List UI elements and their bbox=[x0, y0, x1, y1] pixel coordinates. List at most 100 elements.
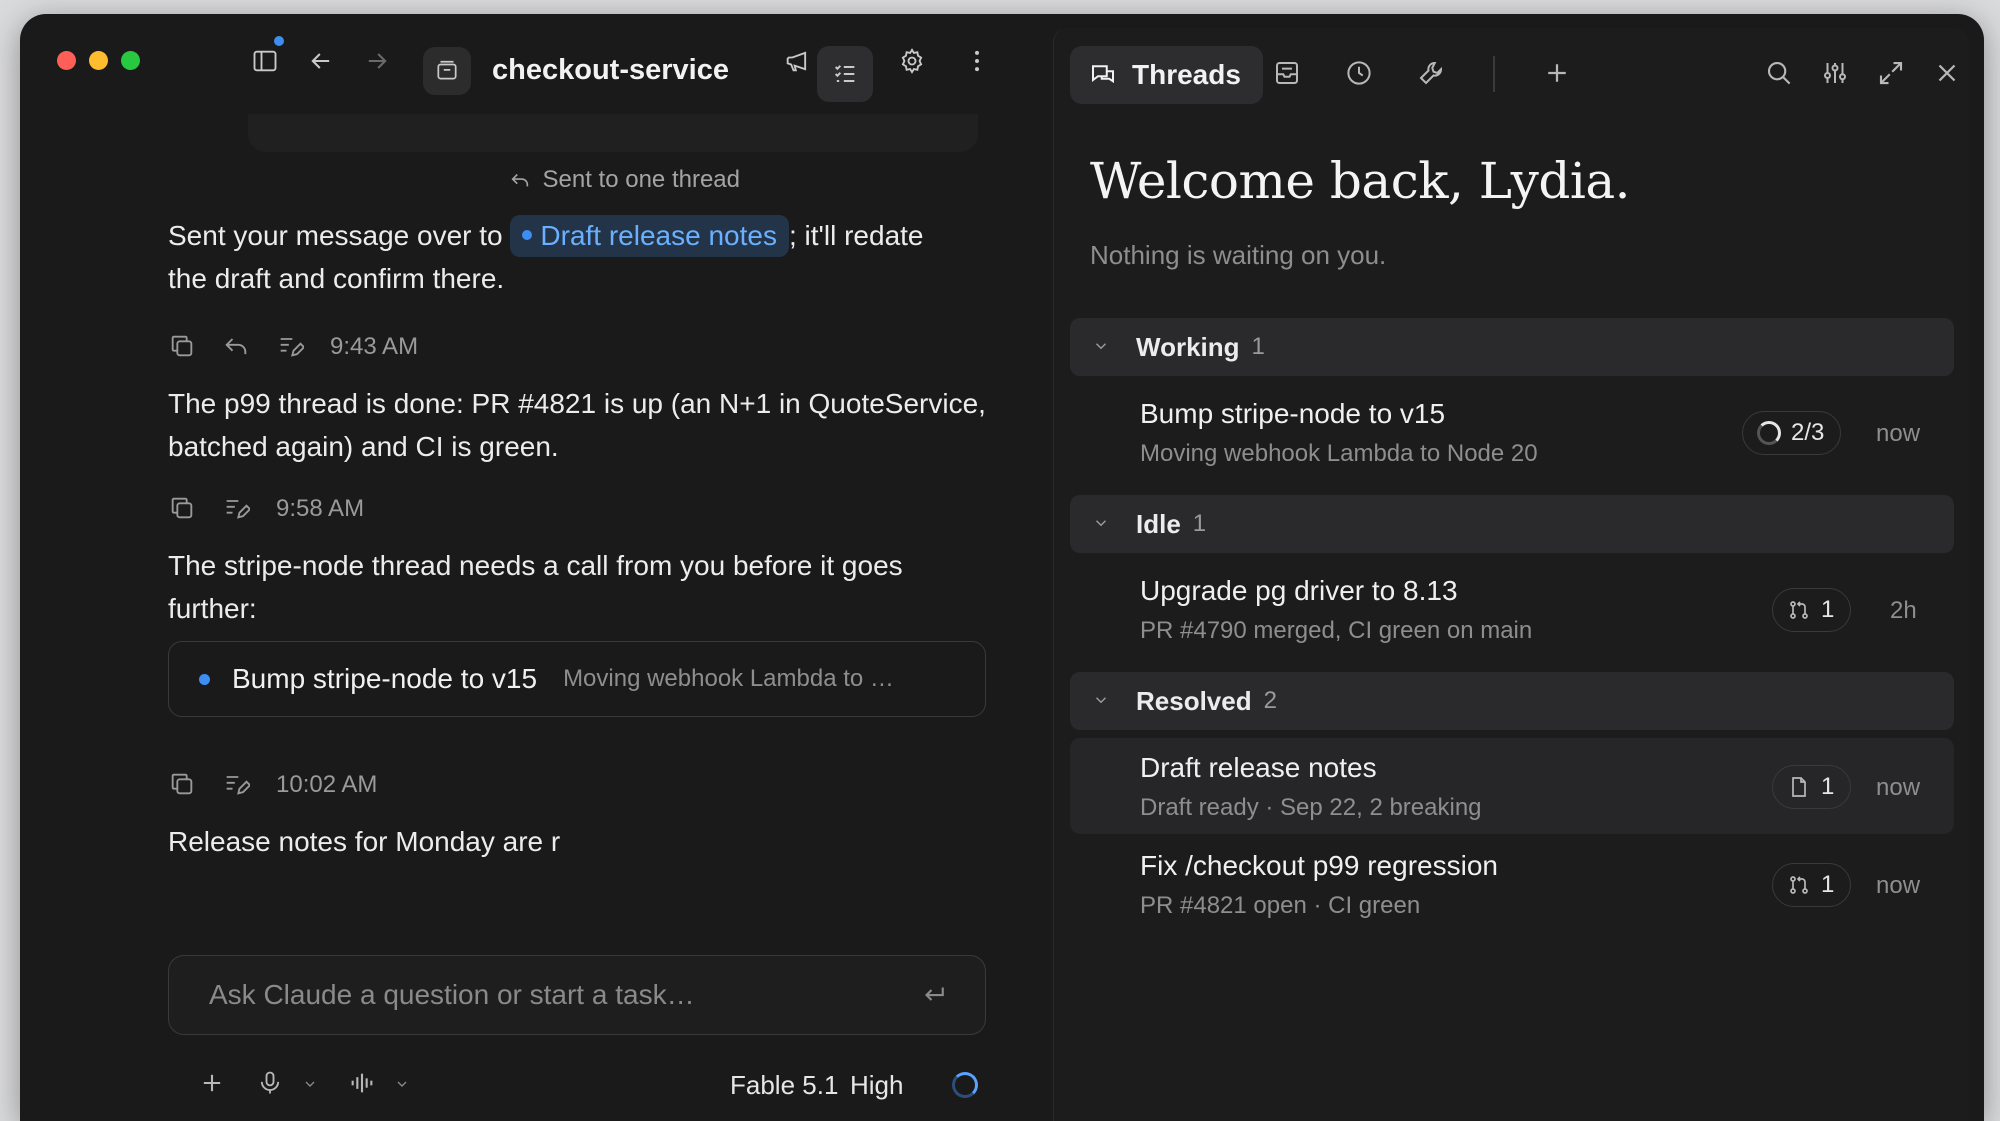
assistant-message: The p99 thread is done: PR #4821 is up (… bbox=[168, 388, 986, 462]
repo-icon[interactable] bbox=[423, 47, 471, 95]
message-text: the draft and confirm there. bbox=[168, 263, 505, 294]
copy-icon[interactable] bbox=[168, 770, 198, 800]
thread-title: Upgrade pg driver to 8.13 bbox=[1140, 575, 1458, 606]
thread-subtitle: PR #4790 merged, CI green on main bbox=[1140, 617, 1533, 644]
toolbar-divider bbox=[1493, 56, 1495, 92]
thread-row[interactable]: Fix /checkout p99 regression PR #4821 op… bbox=[1070, 836, 1954, 932]
thread-time: now bbox=[1876, 872, 1921, 899]
thread-subtitle: Draft ready · Sep 22, 2 breaking bbox=[1140, 794, 1482, 821]
plus-icon[interactable] bbox=[1542, 58, 1574, 90]
thread-time: now bbox=[1876, 420, 1921, 447]
thread-card-title: Bump stripe-node to v15 bbox=[232, 663, 538, 694]
thread-card[interactable]: Bump stripe-node to v15 Moving webhook L… bbox=[168, 641, 986, 717]
message-timestamp: 9:43 AM bbox=[330, 333, 419, 360]
edit-note-icon[interactable] bbox=[222, 770, 252, 800]
close-icon[interactable] bbox=[1932, 58, 1964, 90]
pr-badge: 1 bbox=[1772, 588, 1852, 632]
assistant-message: The stripe-node thread needs a call from… bbox=[168, 550, 903, 624]
document-icon bbox=[1792, 777, 1806, 797]
model-selector[interactable]: Fable 5.1 bbox=[730, 1070, 838, 1101]
clock-icon[interactable] bbox=[1344, 58, 1376, 90]
thread-row[interactable]: Upgrade pg driver to 8.13 PR #4790 merge… bbox=[1070, 561, 1954, 657]
activity-spinner bbox=[952, 1072, 978, 1098]
group-label: Idle bbox=[1136, 508, 1181, 539]
edit-note-icon[interactable] bbox=[276, 332, 306, 362]
reply-icon[interactable] bbox=[222, 332, 252, 362]
megaphone-icon[interactable] bbox=[780, 44, 814, 78]
sidebar-toggle-icon[interactable] bbox=[248, 44, 282, 78]
welcome-heading: Welcome back, Lydia. bbox=[1090, 152, 1631, 210]
repo-title: checkout-service bbox=[492, 54, 729, 86]
plus-icon[interactable] bbox=[198, 1069, 228, 1099]
edit-note-icon[interactable] bbox=[222, 494, 252, 524]
minimize-window-button[interactable] bbox=[89, 51, 108, 70]
enter-icon[interactable] bbox=[919, 980, 949, 1010]
tab-label: Threads bbox=[1132, 59, 1241, 90]
wrench-icon[interactable] bbox=[1416, 58, 1448, 90]
expand-icon[interactable] bbox=[1876, 58, 1908, 90]
pr-badge: 1 bbox=[1772, 863, 1852, 907]
group-header-working[interactable]: Working 1 bbox=[1070, 318, 1954, 376]
sent-note: Sent to one thread bbox=[509, 166, 740, 194]
message-actions: 9:43 AM bbox=[168, 332, 418, 362]
message-timestamp: 9:58 AM bbox=[276, 495, 365, 522]
thread-link-chip[interactable]: Draft release notes bbox=[510, 215, 789, 257]
effort-selector[interactable]: High bbox=[850, 1070, 903, 1101]
message-actions: 10:02 AM bbox=[168, 770, 377, 800]
group-header-resolved[interactable]: Resolved 2 bbox=[1070, 672, 1954, 730]
more-vertical-icon[interactable] bbox=[960, 44, 994, 78]
gear-icon[interactable] bbox=[895, 44, 929, 78]
microphone-icon[interactable] bbox=[256, 1069, 286, 1099]
zoom-window-button[interactable] bbox=[121, 51, 140, 70]
thread-subtitle: PR #4821 open · CI green bbox=[1140, 892, 1421, 919]
group-count: 1 bbox=[1192, 510, 1207, 537]
prompt-input[interactable] bbox=[209, 956, 889, 1034]
thread-title: Bump stripe-node to v15 bbox=[1140, 398, 1446, 429]
task-list-icon[interactable] bbox=[817, 46, 873, 102]
group-count: 1 bbox=[1251, 333, 1265, 360]
chevron-down-icon[interactable] bbox=[394, 1076, 412, 1094]
notification-dot bbox=[274, 36, 284, 46]
group-label: Resolved bbox=[1136, 685, 1252, 716]
group-count: 2 bbox=[1263, 687, 1277, 714]
chevron-down-icon bbox=[1092, 337, 1112, 357]
progress-badge: 2/3 bbox=[1742, 411, 1842, 455]
chat-bubbles-icon bbox=[1092, 65, 1114, 84]
copy-icon[interactable] bbox=[168, 494, 198, 524]
thread-title: Draft release notes bbox=[1140, 752, 1377, 783]
chevron-down-icon[interactable] bbox=[302, 1076, 320, 1094]
pull-request-icon bbox=[1790, 601, 1808, 619]
assistant-message: Sent your message over to Draft release … bbox=[168, 214, 988, 300]
thread-row[interactable]: Draft release notes Draft ready · Sep 22… bbox=[1070, 738, 1954, 834]
thread-title: Fix /checkout p99 regression bbox=[1140, 850, 1498, 881]
thread-subtitle: Moving webhook Lambda to Node 20 bbox=[1140, 440, 1538, 467]
pull-request-icon bbox=[1790, 876, 1808, 894]
streaming-message: Release notes for Monday are r bbox=[168, 826, 561, 857]
copy-icon[interactable] bbox=[168, 332, 198, 362]
thread-time: now bbox=[1876, 774, 1921, 801]
chevron-down-icon bbox=[1092, 514, 1112, 534]
search-icon[interactable] bbox=[1764, 58, 1796, 90]
badge-value: 1 bbox=[1821, 596, 1835, 623]
back-arrow-icon[interactable] bbox=[304, 44, 338, 78]
group-header-idle[interactable]: Idle 1 bbox=[1070, 495, 1954, 553]
forward-arrow-icon[interactable] bbox=[360, 44, 394, 78]
status-dot bbox=[199, 673, 210, 685]
group-label: Working bbox=[1136, 331, 1240, 362]
tab-threads[interactable]: Threads bbox=[1070, 46, 1263, 104]
conversation-panel: checkout-service Sent to one thread Sent… bbox=[20, 14, 1050, 1121]
chevron-down-icon bbox=[1092, 691, 1112, 711]
thread-card-subtitle: Moving webhook Lambda to … bbox=[563, 665, 894, 692]
title-bar: checkout-service bbox=[20, 14, 1050, 106]
close-window-button[interactable] bbox=[57, 51, 76, 70]
threads-toolbar: Threads bbox=[1054, 28, 1969, 120]
thread-row[interactable]: Bump stripe-node to v15 Moving webhook L… bbox=[1070, 384, 1954, 480]
status-dot bbox=[522, 229, 533, 240]
inbox-icon[interactable] bbox=[1272, 58, 1304, 90]
filter-sliders-icon[interactable] bbox=[1820, 58, 1852, 90]
waveform-icon[interactable] bbox=[348, 1069, 378, 1099]
composer bbox=[168, 955, 986, 1035]
previous-message-edge bbox=[248, 114, 978, 152]
badge-value: 1 bbox=[1821, 871, 1835, 898]
message-text: Sent your message over to bbox=[168, 220, 503, 251]
